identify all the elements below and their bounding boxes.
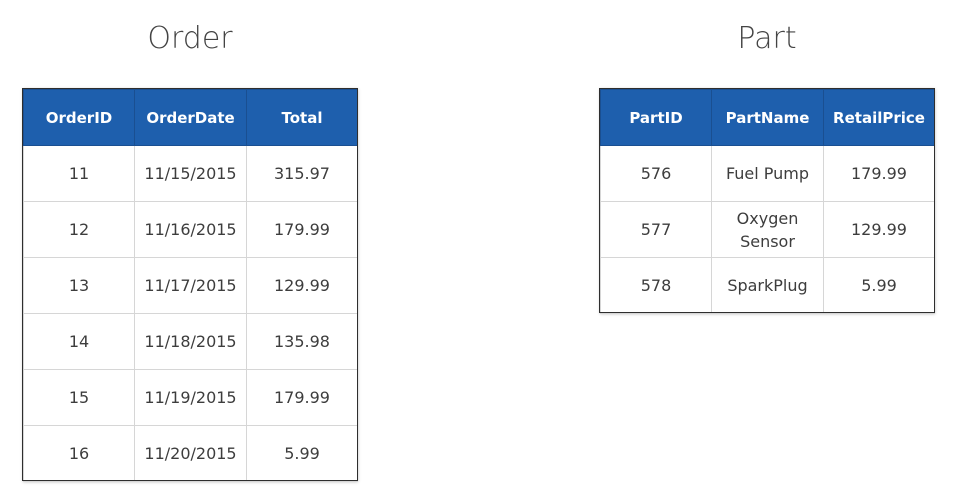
order-table-title: Order <box>147 21 233 56</box>
order-cell-orderdate: 11/19/2015 <box>134 369 247 426</box>
order-cell-total: 5.99 <box>246 425 358 482</box>
order-cell-orderid: 13 <box>23 257 135 314</box>
table-row: 11 11/15/2015 315.97 <box>23 145 358 202</box>
part-cell-retailprice: 5.99 <box>823 257 935 314</box>
order-cell-orderid: 15 <box>23 369 135 426</box>
part-header-partname: PartName <box>711 89 824 146</box>
order-table: OrderID OrderDate Total 11 11/15/2015 31… <box>23 89 358 482</box>
order-header-row: OrderID OrderDate Total <box>23 89 358 146</box>
part-cell-retailprice: 129.99 <box>823 201 935 258</box>
order-header-total: Total <box>246 89 358 146</box>
part-cell-partname: Oxygen Sensor <box>711 201 824 258</box>
order-cell-orderid: 11 <box>23 145 135 202</box>
part-header-partid: PartID <box>600 89 712 146</box>
part-header-retailprice: RetailPrice <box>823 89 935 146</box>
table-row: 16 11/20/2015 5.99 <box>23 425 358 482</box>
order-cell-orderdate: 11/20/2015 <box>134 425 247 482</box>
order-cell-total: 129.99 <box>246 257 358 314</box>
table-row: 12 11/16/2015 179.99 <box>23 201 358 258</box>
order-cell-orderdate: 11/16/2015 <box>134 201 247 258</box>
part-header-row: PartID PartName RetailPrice <box>600 89 935 146</box>
part-table: PartID PartName RetailPrice 576 Fuel Pum… <box>600 89 935 314</box>
table-row: 578 SparkPlug 5.99 <box>600 257 935 314</box>
order-cell-orderid: 16 <box>23 425 135 482</box>
order-cell-total: 315.97 <box>246 145 358 202</box>
order-cell-orderdate: 11/18/2015 <box>134 313 247 370</box>
order-header-orderid: OrderID <box>23 89 135 146</box>
order-cell-total: 179.99 <box>246 369 358 426</box>
part-cell-retailprice: 179.99 <box>823 145 935 202</box>
order-cell-total: 135.98 <box>246 313 358 370</box>
table-row: 13 11/17/2015 129.99 <box>23 257 358 314</box>
table-row: 576 Fuel Pump 179.99 <box>600 145 935 202</box>
part-cell-partid: 578 <box>600 257 712 314</box>
order-cell-total: 179.99 <box>246 201 358 258</box>
part-cell-partname: SparkPlug <box>711 257 824 314</box>
order-cell-orderdate: 11/15/2015 <box>134 145 247 202</box>
part-cell-partid: 576 <box>600 145 712 202</box>
part-cell-partname: Fuel Pump <box>711 145 824 202</box>
order-header-orderdate: OrderDate <box>134 89 247 146</box>
order-cell-orderid: 14 <box>23 313 135 370</box>
table-row: 577 Oxygen Sensor 129.99 <box>600 201 935 258</box>
part-cell-partid: 577 <box>600 201 712 258</box>
order-cell-orderdate: 11/17/2015 <box>134 257 247 314</box>
part-table-title: Part <box>737 21 797 56</box>
table-row: 14 11/18/2015 135.98 <box>23 313 358 370</box>
order-cell-orderid: 12 <box>23 201 135 258</box>
table-row: 15 11/19/2015 179.99 <box>23 369 358 426</box>
